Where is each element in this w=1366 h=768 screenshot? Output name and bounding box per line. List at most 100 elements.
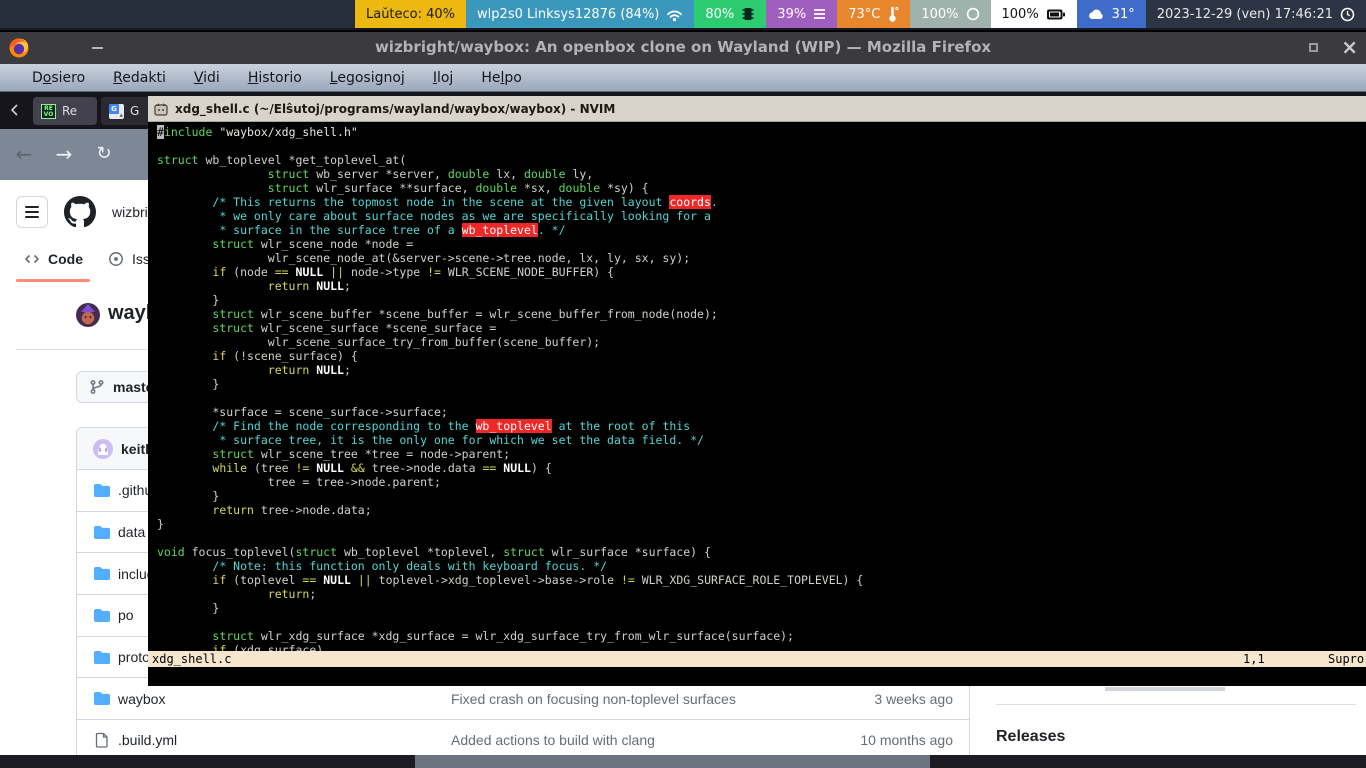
folder-icon: [94, 565, 110, 584]
code-line: if (toplevel == NULL || toplevel->xdg_to…: [157, 573, 1366, 587]
code-line: while (tree != NULL && tree->node.data =…: [157, 461, 1366, 475]
menu-dosiero[interactable]: Dosiero: [18, 70, 99, 86]
code-line: if (node == NULL || node->type != WLR_SC…: [157, 265, 1366, 279]
statusline-position: Supro: [1328, 652, 1364, 666]
code-line: [157, 391, 1366, 405]
code-line: #include "waybox/xdg_shell.h": [157, 125, 1366, 139]
code-line: void focus_toplevel(struct wb_toplevel *…: [157, 545, 1366, 559]
status-segment-label: Laŭteco: 40%: [366, 7, 455, 22]
menu-vidi[interactable]: Vidi: [180, 70, 234, 86]
gtranslate-tab-icon: G▴: [109, 104, 124, 119]
code-line: struct wb_server *server, double lx, dou…: [157, 167, 1366, 181]
statusline-filename: xdg_shell.c: [152, 652, 231, 666]
branch-icon: [89, 379, 105, 395]
status-segment-label: 100%: [1002, 7, 1039, 22]
code-editor[interactable]: #include "waybox/xdg_shell.h" struct wb_…: [148, 122, 1366, 651]
code-line: if (!scene_surface) {: [157, 349, 1366, 363]
code-line: struct wlr_xdg_surface *xdg_surface = wl…: [157, 629, 1366, 643]
code-line: * surface in the surface tree of a wb_to…: [157, 223, 1366, 237]
bars-icon: [813, 8, 826, 20]
menu-legosignoj[interactable]: Legosignoj: [316, 70, 419, 86]
status-segment-volume[interactable]: Laŭteco: 40%: [355, 0, 466, 28]
github-logo-icon[interactable]: [64, 196, 96, 228]
status-segment-clock[interactable]: 2023-12-29 (ven) 17:46:21: [1146, 0, 1366, 28]
vim-command-area: [148, 667, 1366, 686]
code-line: struct wb_toplevel *get_toplevel_at(: [157, 153, 1366, 167]
status-bar: Laŭteco: 40% wlp2s0 Linksys12876 (84%)80%…: [0, 0, 1366, 30]
vim-statusline: xdg_shell.c 1,1 Supro: [148, 651, 1366, 667]
code-line: /* This returns the topmost node in the …: [157, 195, 1366, 209]
code-line: tree = tree->node.parent;: [157, 475, 1366, 489]
browser-tab-0[interactable]: REVORe: [33, 97, 97, 125]
folder-icon: [94, 524, 110, 543]
menu-iloj[interactable]: Iloj: [419, 70, 468, 86]
issues-icon: [108, 251, 124, 267]
tab-scroll-left-icon[interactable]: [8, 103, 22, 117]
file-name[interactable]: waybox: [118, 691, 165, 707]
revo-tab-icon: REVO: [41, 104, 56, 119]
commit-date[interactable]: 10 months ago: [860, 732, 953, 748]
back-button[interactable]: ←: [8, 139, 40, 171]
code-line: struct wlr_scene_tree *tree = node->pare…: [157, 447, 1366, 461]
desktop: Laŭteco: 40% wlp2s0 Linksys12876 (84%)80%…: [0, 0, 1366, 768]
hamburger-menu-button[interactable]: [16, 196, 48, 228]
thermometer-icon: [887, 6, 899, 23]
file-name[interactable]: po: [118, 607, 134, 623]
close-button[interactable]: ×: [1341, 34, 1358, 60]
clock-icon: [1340, 7, 1355, 22]
status-segment-network[interactable]: wlp2s0 Linksys12876 (84%): [466, 0, 694, 28]
status-segment-memory[interactable]: 39%: [766, 0, 837, 28]
window-title: wizbright/waybox: An openbox clone on Wa…: [0, 38, 1366, 56]
folder-icon: [94, 482, 110, 501]
chip-icon: [741, 6, 755, 22]
firefox-titlebar: wizbright/waybox: An openbox clone on Wa…: [0, 32, 1366, 64]
status-segment-weather[interactable]: 31°: [1077, 0, 1146, 28]
terminal-titlebar[interactable]: xdg_shell.c (~/Elŝutoj/programs/wayland/…: [148, 96, 1366, 122]
repo-owner-avatar[interactable]: [76, 303, 100, 327]
status-segment-battery[interactable]: 100%: [991, 0, 1077, 28]
code-line: return NULL;: [157, 279, 1366, 293]
code-line: }: [157, 377, 1366, 391]
code-line: }: [157, 601, 1366, 615]
statusline-ruler: 1,1: [1243, 652, 1265, 666]
folder-icon: [94, 690, 110, 709]
maximize-button[interactable]: [1309, 43, 1318, 52]
status-segment-cpu[interactable]: 80%: [694, 0, 766, 28]
committer-avatar[interactable]: [93, 439, 113, 459]
commit-date[interactable]: 3 weeks ago: [874, 691, 953, 707]
code-line: return;: [157, 587, 1366, 601]
code-line: struct wlr_scene_buffer *scene_buffer = …: [157, 307, 1366, 321]
menu-historio[interactable]: Historio: [234, 70, 316, 86]
tab-label: G: [130, 104, 139, 118]
cloud-icon: [1088, 8, 1105, 20]
file-name[interactable]: data: [118, 524, 145, 540]
scrollbar-thumb[interactable]: [415, 755, 930, 768]
forward-button[interactable]: →: [48, 139, 80, 171]
code-line: * surface tree, it is the only one for w…: [157, 433, 1366, 447]
file-name[interactable]: .build.yml: [118, 732, 177, 748]
code-line: return NULL;: [157, 363, 1366, 377]
code-line: [157, 531, 1366, 545]
code-line: [157, 139, 1366, 153]
wifi-icon: [666, 7, 683, 22]
releases-heading[interactable]: Releases: [996, 728, 1065, 746]
status-segment-temperature[interactable]: 73°C: [837, 0, 910, 28]
code-line: return tree->node.data;: [157, 503, 1366, 517]
nvim-icon: [154, 102, 168, 116]
nvim-terminal-window: xdg_shell.c (~/Elŝutoj/programs/wayland/…: [148, 96, 1366, 686]
reload-button[interactable]: ↻: [88, 139, 120, 171]
menu-redakti[interactable]: Redakti: [99, 70, 180, 86]
menu-helpo[interactable]: Helpo: [467, 70, 535, 86]
code-line: wlr_scene_surface_try_from_buffer(scene_…: [157, 335, 1366, 349]
tab-code[interactable]: Code: [24, 251, 83, 267]
file-icon: [94, 732, 110, 751]
code-line: if (xdg_surface): [157, 643, 1366, 651]
commit-message[interactable]: Fixed crash on focusing non-toplevel sur…: [451, 691, 736, 707]
code-line: struct wlr_scene_surface *scene_surface …: [157, 321, 1366, 335]
status-segment-disk[interactable]: 100%: [910, 0, 990, 28]
horizontal-scrollbar[interactable]: [0, 755, 1366, 768]
code-line: }: [157, 293, 1366, 307]
commit-message[interactable]: Added actions to build with clang: [451, 732, 655, 748]
code-line: }: [157, 517, 1366, 531]
status-segment-label: 2023-12-29 (ven) 17:46:21: [1157, 7, 1333, 22]
